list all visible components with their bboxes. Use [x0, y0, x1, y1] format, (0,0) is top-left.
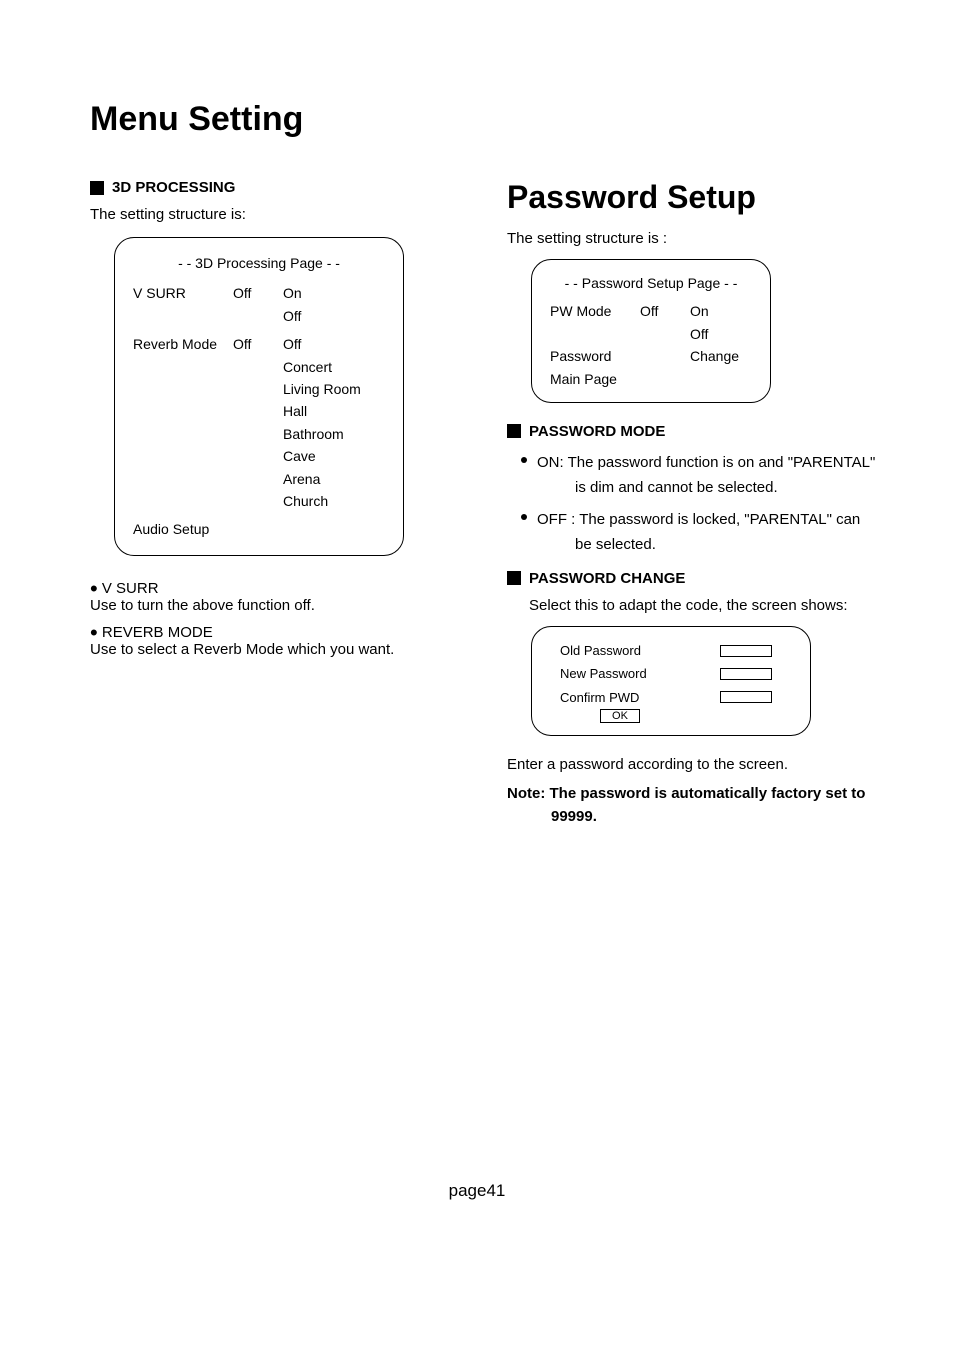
section-header-pwmode: PASSWORD MODE [507, 423, 894, 440]
field-new-password[interactable] [720, 668, 772, 680]
text-off-line2: be selected. [537, 532, 860, 558]
page-footer: page41 [0, 1181, 954, 1201]
option-reverb-5: Cave [283, 445, 385, 467]
label-new-password: New Password [550, 662, 720, 685]
option-reverb-6: Arena [283, 468, 385, 490]
bullet-reverb-label: REVERB MODE [102, 624, 213, 641]
square-bullet-icon [507, 424, 521, 438]
option-vsurr-on: On [283, 282, 385, 304]
heading-password-change: PASSWORD CHANGE [529, 570, 685, 587]
enter-instruction: Enter a password according to the screen… [507, 756, 894, 773]
value-password-change: Change [690, 345, 752, 367]
note-line1: Note: The password is automatically fact… [507, 785, 865, 802]
option-reverb-0: Off [283, 333, 385, 355]
option-pwmode-on: On [690, 300, 752, 322]
reverb-options: Concert Living Room Hall Bathroom Cave A… [283, 356, 385, 513]
option-pwmode-off: Off [690, 323, 752, 345]
bullet-vsurr: • V SURR [90, 580, 477, 597]
value-vsurr: Off [233, 282, 283, 304]
row-new-password: New Password [550, 662, 792, 685]
intro-text-left: The setting structure is: [90, 206, 477, 223]
row-vsurr: V SURR Off On [133, 282, 385, 304]
row-password: Password Change [550, 345, 752, 367]
bullet-on: ON: The password function is on and "PAR… [507, 450, 894, 501]
label-confirm-password: Confirm PWD [550, 686, 720, 709]
text-off-line1: OFF : The password is locked, "PARENTAL"… [537, 507, 860, 533]
value-pwmode: Off [640, 300, 690, 322]
value-reverb: Off [233, 333, 283, 355]
text-on-line2: is dim and cannot be selected. [537, 475, 875, 501]
intro-password-change: Select this to adapt the code, the scree… [507, 597, 894, 614]
square-bullet-icon [90, 181, 104, 195]
label-pwmode: PW Mode [550, 300, 640, 322]
row-reverb: Reverb Mode Off Off [133, 333, 385, 355]
option-reverb-7: Church [283, 490, 385, 512]
label-reverb: Reverb Mode [133, 333, 233, 355]
bullet-reverb: • REVERB MODE [90, 624, 477, 641]
panel-password-change: Old Password New Password Confirm PWD OK [531, 626, 811, 736]
panel-3d-title: - - 3D Processing Page - - [133, 252, 385, 274]
option-reverb-1: Concert [283, 356, 385, 378]
option-vsurr-off: Off [283, 305, 385, 327]
right-column: Password Setup The setting structure is … [507, 179, 894, 828]
label-vsurr: V SURR [133, 282, 233, 304]
bullet-vsurr-label: V SURR [102, 580, 159, 597]
label-password: Password [550, 345, 640, 367]
bullet-dot-icon [521, 457, 527, 463]
panel-password-setup: - - Password Setup Page - - PW Mode Off … [531, 259, 771, 403]
text-on-line1: ON: The password function is on and "PAR… [537, 450, 875, 476]
field-confirm-password[interactable] [720, 691, 772, 703]
note-line2: 99999. [507, 806, 894, 829]
label-old-password: Old Password [550, 639, 720, 662]
panel-footer-audio: Audio Setup [133, 518, 385, 540]
dot-icon: • [90, 576, 98, 601]
bullet-dot-icon [521, 514, 527, 520]
option-reverb-4: Bathroom [283, 423, 385, 445]
bullet-off: OFF : The password is locked, "PARENTAL"… [507, 507, 894, 558]
password-mode-list: ON: The password function is on and "PAR… [507, 450, 894, 558]
section-header-3d: 3D PROCESSING [90, 179, 477, 196]
desc-vsurr: Use to turn the above function off. [90, 597, 477, 614]
row-pwmode: PW Mode Off On [550, 300, 752, 322]
panel-3d-processing: - - 3D Processing Page - - V SURR Off On… [114, 237, 404, 556]
desc-reverb: Use to select a Reverb Mode which you wa… [90, 641, 477, 658]
field-old-password[interactable] [720, 645, 772, 657]
dot-icon: • [90, 620, 98, 645]
panel-password-title: - - Password Setup Page - - [550, 272, 752, 294]
option-reverb-2: Living Room [283, 378, 385, 400]
note-factory: Note: The password is automatically fact… [507, 783, 894, 828]
content-columns: 3D PROCESSING The setting structure is: … [60, 179, 894, 828]
left-column: 3D PROCESSING The setting structure is: … [60, 179, 477, 828]
option-reverb-3: Hall [283, 400, 385, 422]
square-bullet-icon [507, 571, 521, 585]
row-old-password: Old Password [550, 639, 792, 662]
label-mainpage: Main Page [550, 368, 640, 390]
intro-text-right: The setting structure is : [507, 230, 894, 247]
heading-3d-processing: 3D PROCESSING [112, 179, 235, 196]
page-title: Menu Setting [60, 100, 894, 139]
row-mainpage: Main Page [550, 368, 752, 390]
row-confirm-password: Confirm PWD [550, 686, 792, 709]
ok-button[interactable]: OK [600, 709, 640, 723]
section-header-pwchange: PASSWORD CHANGE [507, 570, 894, 587]
heading-password-mode: PASSWORD MODE [529, 423, 665, 440]
heading-password-setup: Password Setup [507, 179, 894, 216]
